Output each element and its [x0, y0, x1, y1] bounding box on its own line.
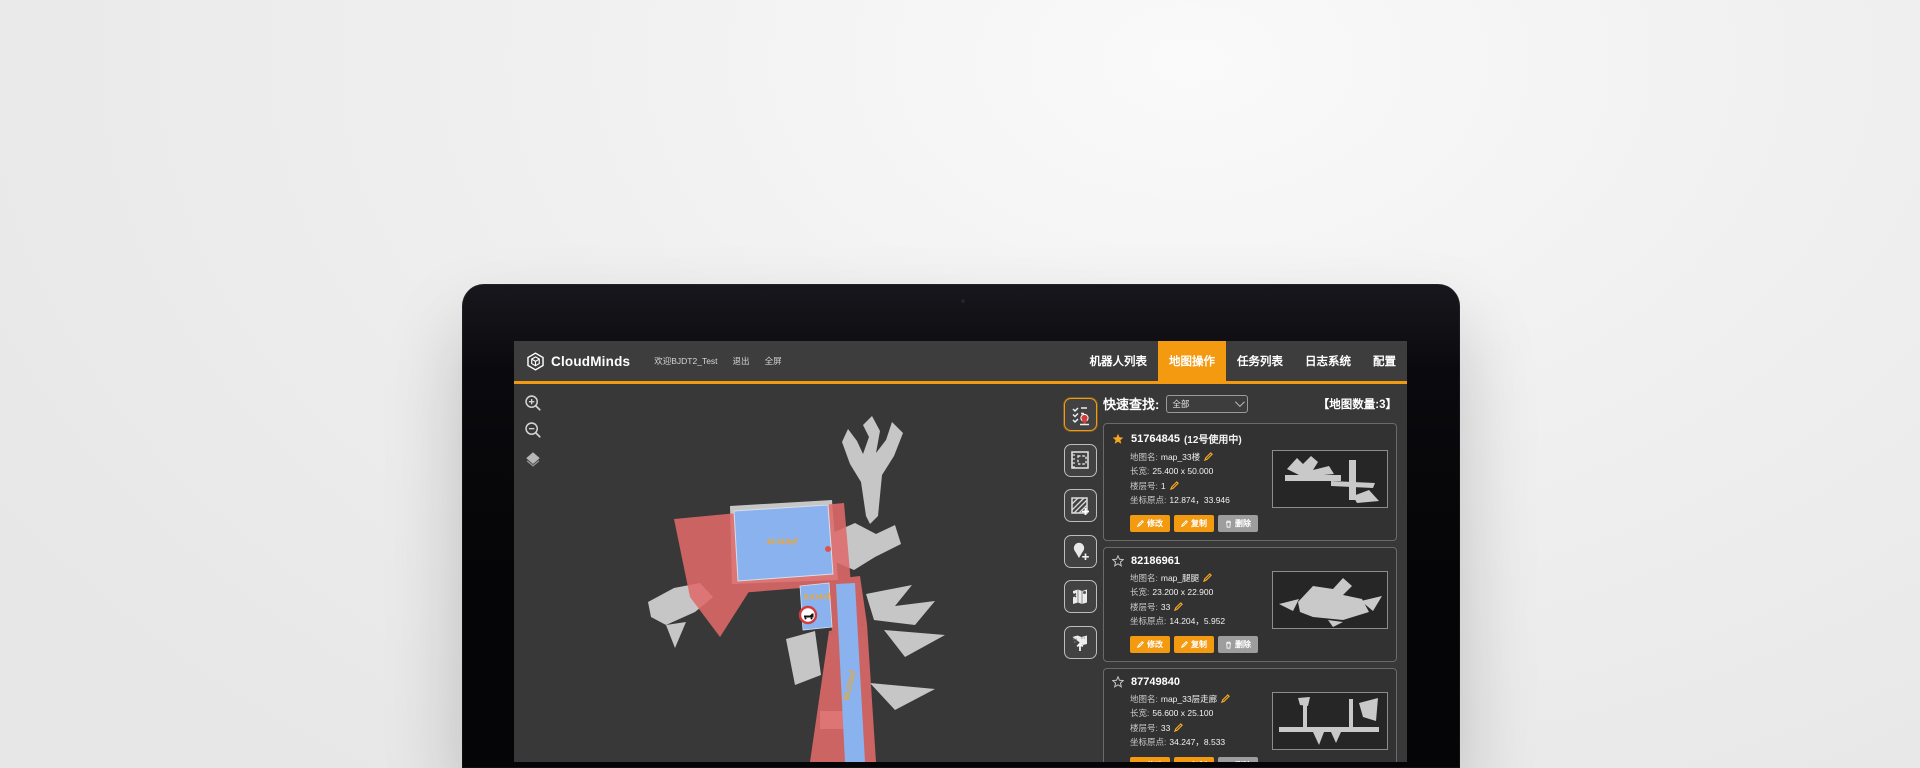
tool-checklist-pin[interactable]	[1064, 398, 1097, 431]
field-origin: 坐标原点: 14.204，5.952	[1130, 616, 1272, 626]
map-in-use-badge: (12号使用中)	[1184, 431, 1242, 446]
map-id: 82186961	[1131, 555, 1180, 567]
field-dimensions: 长宽: 25.400 x 50.000	[1130, 466, 1272, 476]
nav-tabs: 机器人列表 地图操作 任务列表 日志系统 配置	[1079, 341, 1408, 381]
map-count-text: 【地图数量:3】	[1318, 396, 1397, 412]
copy-button[interactable]: 复制	[1174, 757, 1214, 762]
map-upload-icon	[1069, 631, 1091, 653]
tool-add-hatch-zone[interactable]	[1064, 489, 1097, 522]
panel-toolbar: 快速查找: 全部 【地图数量:3】	[1103, 394, 1397, 413]
delete-button[interactable]: 删除	[1218, 757, 1258, 762]
map-id: 87749840	[1131, 676, 1180, 688]
frame-select-icon	[1069, 449, 1091, 471]
delete-button[interactable]: 删除	[1218, 636, 1258, 653]
cloudminds-logo-icon	[526, 352, 545, 371]
trash-icon	[1225, 641, 1232, 649]
field-map-name: 地图名: map_33层走廊	[1130, 694, 1272, 704]
tab-task-list[interactable]: 任务列表	[1226, 341, 1294, 381]
modify-button[interactable]: 修改	[1130, 757, 1170, 762]
tab-map-operation[interactable]: 地图操作	[1158, 341, 1226, 381]
map-filter-dropdown[interactable]: 全部	[1166, 395, 1248, 413]
map-card-1: 51764845 (12号使用中) 地图名: map_33楼 长宽:	[1103, 423, 1397, 541]
area-label-2: 8.614㎡	[804, 591, 831, 601]
fullscreen-link[interactable]: 全屏	[765, 355, 782, 367]
tab-config[interactable]: 配置	[1362, 341, 1407, 381]
layers-icon[interactable]	[524, 450, 542, 468]
edit-pencil-icon[interactable]	[1174, 602, 1183, 611]
modify-button[interactable]: 修改	[1130, 636, 1170, 653]
edit-pencil-icon	[1137, 520, 1144, 527]
logout-link[interactable]: 退出	[733, 355, 750, 367]
map-thumbnail[interactable]	[1272, 450, 1388, 508]
edit-pencil-icon[interactable]	[1204, 452, 1213, 461]
tool-add-pin[interactable]	[1064, 535, 1097, 568]
quick-find-label: 快速查找:	[1103, 394, 1159, 413]
edit-pencil-icon	[1137, 641, 1144, 648]
pin-add-icon	[1069, 540, 1091, 562]
map-id: 51764845	[1131, 433, 1180, 445]
no-entry-sign-icon	[800, 607, 816, 623]
field-dimensions: 长宽: 56.600 x 25.100	[1130, 708, 1272, 718]
field-map-name: 地图名: map_腿腿	[1130, 573, 1272, 583]
edit-pencil-icon[interactable]	[1203, 573, 1212, 582]
star-outline-icon[interactable]	[1112, 676, 1124, 688]
map-canvas-area[interactable]: 40.519㎡ 8.614㎡ 80.215㎡	[514, 384, 1057, 762]
laptop-frame: CloudMinds 欢迎BJDT2_Test 退出 全屏 机器人列表 地图操作…	[462, 284, 1460, 768]
tab-robot-list[interactable]: 机器人列表	[1079, 341, 1159, 381]
field-floor: 楼层号: 33	[1130, 602, 1272, 612]
brand-name: CloudMinds	[551, 354, 630, 369]
robot-position-marker	[825, 546, 831, 552]
chevron-down-icon	[1235, 397, 1245, 407]
copy-button[interactable]: 复制	[1174, 636, 1214, 653]
star-outline-icon[interactable]	[1112, 555, 1124, 567]
area-label-1: 40.519㎡	[767, 536, 798, 546]
modify-button[interactable]: 修改	[1130, 515, 1170, 532]
field-origin: 坐标原点: 34.247，8.533	[1130, 737, 1272, 747]
trash-icon	[1225, 762, 1232, 763]
tool-map-upload[interactable]	[1064, 626, 1097, 659]
webcam-dot	[961, 299, 965, 303]
checklist-pin-icon	[1069, 404, 1091, 426]
map-card-3: 87749840 地图名: map_33层走廊 长宽: 56.600 x 25	[1103, 668, 1397, 762]
field-map-name: 地图名: map_33楼	[1130, 452, 1272, 462]
tab-log-system[interactable]: 日志系统	[1294, 341, 1362, 381]
map-filter-value: 全部	[1172, 398, 1235, 410]
map-thumbnail[interactable]	[1272, 692, 1388, 750]
welcome-text: 欢迎BJDT2_Test	[654, 355, 717, 367]
edit-pencil-icon	[1181, 520, 1188, 527]
edit-pencil-icon[interactable]	[1170, 481, 1179, 490]
tool-frame-select[interactable]	[1064, 444, 1097, 477]
field-floor: 楼层号: 33	[1130, 723, 1272, 733]
star-filled-icon[interactable]	[1112, 433, 1124, 445]
brand: CloudMinds	[526, 352, 630, 371]
edit-pencil-icon[interactable]	[1221, 694, 1230, 703]
zoom-in-icon[interactable]	[524, 394, 542, 412]
field-origin: 坐标原点: 12.874，33.946	[1130, 495, 1272, 505]
copy-button[interactable]: 复制	[1174, 515, 1214, 532]
map-tools-column	[1057, 384, 1103, 762]
map-card-2: 82186961 地图名: map_腿腿 长宽: 23.200 x 22.90	[1103, 547, 1397, 662]
zoom-out-icon[interactable]	[524, 421, 542, 439]
map-list-panel: 快速查找: 全部 【地图数量:3】 51764845 (12号使用中)	[1103, 384, 1407, 762]
edit-pencil-icon	[1181, 641, 1188, 648]
field-floor: 楼层号: 1	[1130, 481, 1272, 491]
delete-button[interactable]: 删除	[1218, 515, 1258, 532]
edit-pencil-icon[interactable]	[1174, 723, 1183, 732]
tool-map-remove[interactable]	[1064, 580, 1097, 613]
hatched-zone-add-icon	[1069, 495, 1091, 517]
top-navbar: CloudMinds 欢迎BJDT2_Test 退出 全屏 机器人列表 地图操作…	[514, 341, 1407, 381]
field-dimensions: 长宽: 23.200 x 22.900	[1130, 587, 1272, 597]
app-window: CloudMinds 欢迎BJDT2_Test 退出 全屏 机器人列表 地图操作…	[514, 341, 1407, 762]
occupancy-map[interactable]: 40.519㎡ 8.614㎡ 80.215㎡	[514, 384, 1057, 762]
map-zoom-controls	[524, 394, 542, 468]
map-remove-icon	[1069, 586, 1091, 608]
trash-icon	[1225, 520, 1232, 528]
map-thumbnail[interactable]	[1272, 571, 1388, 629]
